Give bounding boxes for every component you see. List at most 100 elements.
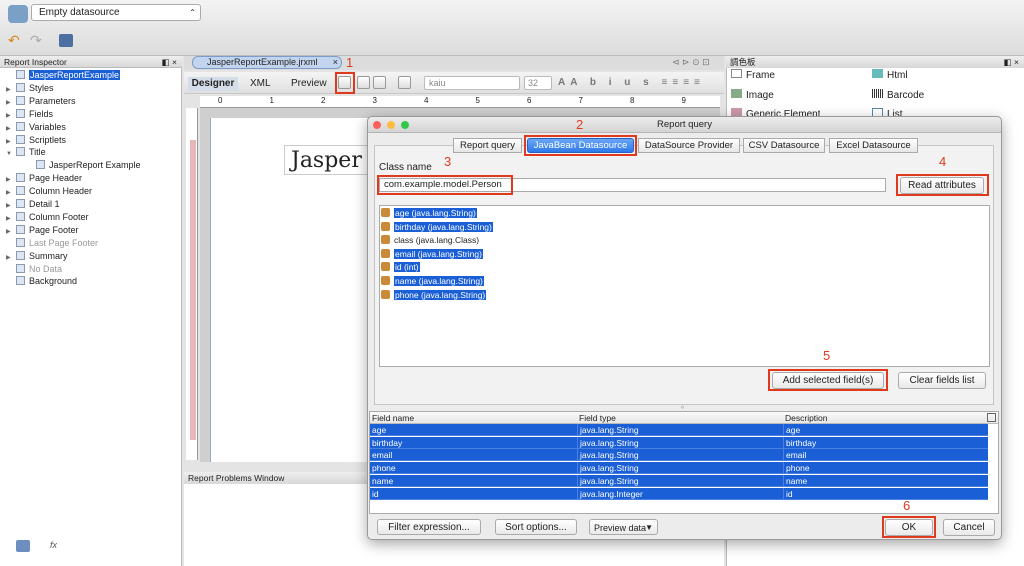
fields-rows: age java.lang.String age birthday java.lang.… [370,424,988,500]
chevron-right-icon[interactable]: ▶ [6,125,16,132]
inspector-item[interactable]: Background [6,276,77,289]
tab-xml[interactable]: XML [250,78,271,89]
table-row[interactable]: birthday java.lang.String birthday [370,436,988,449]
bean-property-icon [381,248,390,258]
close-icon[interactable]: ◧ × [162,56,177,68]
table-row[interactable]: age java.lang.String age [370,424,988,436]
inspector-item[interactable]: ▶ Variables [6,121,66,135]
chevron-right-icon[interactable]: ▶ [6,176,16,183]
tab-report-query[interactable]: Report query [453,138,522,153]
inspector-item[interactable]: ▶ Page Footer [6,224,79,238]
table-row[interactable]: id java.lang.Integer id [370,487,988,500]
chevron-right-icon[interactable]: ▶ [6,228,16,235]
table-row[interactable]: name java.lang.String name [370,474,988,487]
chevron-right-icon[interactable]: ▶ [6,112,16,119]
inspector-item[interactable]: ▼ Title [6,147,46,160]
col-field-type[interactable]: Field type [579,412,616,424]
zoom-out-icon[interactable] [373,76,386,89]
chevron-down-icon[interactable]: ▼ [6,151,16,157]
font-select[interactable]: kaiu [424,76,520,90]
attribute-item[interactable]: birthday (java.lang.String) [381,221,493,235]
inspector-item[interactable]: ▶ Column Footer [6,211,89,225]
preview-data-button[interactable]: Preview data ▼ [589,519,658,535]
annotation-3: 3 [444,154,452,169]
tab-designer[interactable]: Designer [188,77,238,91]
inspector-item[interactable]: ▶ Styles [6,82,54,96]
chevron-right-icon[interactable]: ▶ [6,99,16,106]
attribute-item[interactable]: phone (java.lang.String) [381,289,487,303]
palette-item-html[interactable]: Html [872,69,908,81]
palette-item-frame[interactable]: Frame [731,69,775,81]
tab-preview[interactable]: Preview [291,78,327,89]
tab-datasource-provider[interactable]: DataSource Provider [638,138,740,153]
close-window-icon[interactable] [373,121,381,129]
table-cell: java.lang.String [577,424,639,436]
annotation-4: 4 [939,154,947,169]
chevron-right-icon[interactable]: ▶ [6,189,16,196]
preview-icon[interactable] [398,76,411,89]
save-icon[interactable] [59,34,73,47]
annotation-box-6 [882,516,936,538]
inspector-item-label: Variables [29,121,66,132]
inspector-item-label: Parameters [29,95,76,106]
table-row[interactable]: email java.lang.String email [370,449,988,462]
tab-excel-datasource[interactable]: Excel Datasource [829,138,918,153]
attribute-item[interactable]: id (int) [381,262,420,275]
inspector-item[interactable]: JasperReport Example [26,160,141,173]
inspector-item[interactable]: ▶ Page Header [6,173,82,186]
cancel-button[interactable]: Cancel [943,519,995,536]
inspector-item[interactable]: ▶ Detail 1 [6,199,60,212]
inspector-item-label: Detail 1 [29,199,60,209]
minimize-window-icon[interactable] [387,121,395,129]
format-icons[interactable]: AA b i u s ≡≡≡≡ [558,77,705,88]
editor-nav-icons[interactable]: ⊲ ⊳ ⊙ ⊡ [672,57,710,68]
chevron-updown-icon: ⌃ [189,8,196,17]
file-tab[interactable]: JasperReportExample.jrxml × [192,56,342,69]
zoom-in-icon[interactable] [357,76,370,89]
datasource-select[interactable]: Empty datasource ⌃ [31,4,201,21]
table-menu-icon[interactable] [987,413,996,422]
filter-expression-button[interactable]: Filter expression... [377,519,481,535]
table-cell: java.lang.String [577,436,639,449]
inspector-item[interactable]: Last Page Footer [6,237,98,251]
inspector-item[interactable]: No Data [6,263,62,277]
close-icon[interactable]: ◧ × [1004,56,1019,68]
undo-icon[interactable]: ↶ [8,33,24,47]
inspector-item-label: Column Footer [29,211,89,222]
inspector-item[interactable]: ▶ Summary [6,250,68,264]
table-row[interactable]: phone java.lang.String phone [370,462,988,475]
col-field-name[interactable]: Field name [372,412,414,424]
attribute-item[interactable]: name (java.lang.String) [381,276,484,289]
function-icon[interactable]: fx [50,540,57,550]
inspector-item[interactable]: ▶ Parameters [6,95,76,109]
chevron-right-icon[interactable]: ▶ [6,215,16,222]
zoom-window-icon[interactable] [401,121,409,129]
palette-item-barcode[interactable]: Barcode [872,89,924,101]
inspector-item[interactable]: ▶ Fields [6,108,53,122]
col-description[interactable]: Description [785,412,828,424]
inspector-item[interactable]: JasperReportExample [6,70,121,83]
chevron-right-icon[interactable]: ▶ [6,202,16,209]
annotation-2: 2 [576,117,584,132]
tab-csv-datasource[interactable]: CSV Datasource [743,138,825,153]
ruler-tick-label: 0 [218,96,223,105]
attribute-item[interactable]: age (java.lang.String) [381,208,477,221]
clear-fields-button[interactable]: Clear fields list [898,372,986,389]
attribute-item[interactable]: email (java.lang.String) [381,248,483,262]
bean-property-icon [381,221,390,231]
font-size-select[interactable]: 32 [524,76,552,90]
ruler-tick-label: 6 [527,96,532,105]
inspector-bottom-icon-a[interactable] [16,540,30,552]
sort-options-button[interactable]: Sort options... [495,519,577,535]
attribute-item[interactable]: class (java.lang.Class) [381,235,479,248]
chevron-right-icon[interactable]: ▶ [6,254,16,261]
inspector-item[interactable]: ▶ Column Header [6,186,92,199]
inspector-header: Report Inspector ◧ × [0,56,182,68]
chevron-right-icon[interactable]: ▶ [6,86,16,93]
palette-item-image[interactable]: Image [731,89,774,101]
inspector-item[interactable]: ▶ Scriptlets [6,134,66,148]
annotation-box-3 [377,175,513,195]
chevron-right-icon[interactable]: ▶ [6,138,16,145]
close-icon[interactable]: × [333,57,338,68]
redo-icon[interactable]: ↷ [30,33,46,47]
